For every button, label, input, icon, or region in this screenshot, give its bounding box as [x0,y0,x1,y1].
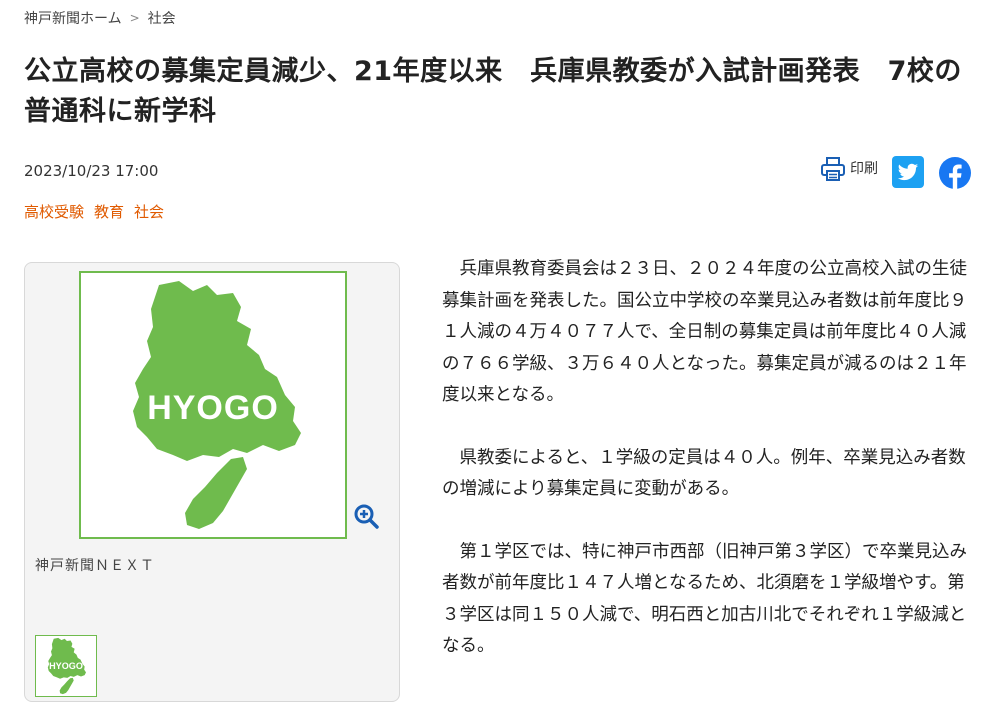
hyogo-map-image: HYOGO [133,281,301,529]
main-photo[interactable]: HYOGO [79,271,347,539]
article-datetime: 2023/10/23 17:00 [24,162,159,180]
article-paragraph: 兵庫県教育委員会は２３日、２０２４年度の公立高校入試の生徒募集計画を発表した。国… [442,259,967,405]
printer-icon [821,157,845,181]
photo-thumbnail[interactable]: HYOGO [35,635,97,697]
breadcrumb-separator: > [129,11,140,25]
facebook-icon [939,157,971,189]
facebook-share-button[interactable] [938,156,972,190]
share-toolbar: 印刷 [820,156,972,190]
article-paragraph: 県教委によると、１学級の定員は４０人。例年、卒業見込み者数の増減により募集定員に… [442,447,966,500]
photo-caption: 神戸新聞ＮＥＸＴ [35,558,155,574]
map-label: HYOGO [147,389,279,427]
breadcrumb-section-link[interactable]: 社会 [148,8,176,28]
tag-link[interactable]: 高校受験 [24,201,84,222]
hyogo-map-thumbnail: HYOGO [47,637,86,695]
thumbnail-label: HYOGO [49,661,83,671]
twitter-icon [897,163,919,181]
tag-list: 高校受験 教育 社会 [24,201,164,222]
tag-link[interactable]: 教育 [94,201,124,222]
article-title: 公立高校の募集定員減少、21年度以来 兵庫県教委が入試計画発表 7校の普通科に新… [24,56,962,127]
breadcrumb-home-link[interactable]: 神戸新聞ホーム [24,8,122,28]
article-paragraph: 第１学区では、特に神戸市西部（旧神戸第３学区）で卒業見込み者数が前年度比１４７人… [442,541,967,657]
twitter-share-button[interactable] [892,156,924,188]
print-button[interactable]: 印刷 [820,156,878,182]
article-body: 兵庫県教育委員会は２３日、２０２４年度の公立高校入試の生徒募集計画を発表した。国… [442,254,972,694]
breadcrumb: 神戸新聞ホーム > 社会 [24,8,176,28]
print-label: 印刷 [850,161,878,177]
zoom-in-icon[interactable] [353,503,379,529]
photo-gallery: HYOGO 神戸新聞ＮＥＸＴ HYOGO [24,262,400,702]
tag-link[interactable]: 社会 [134,201,164,222]
